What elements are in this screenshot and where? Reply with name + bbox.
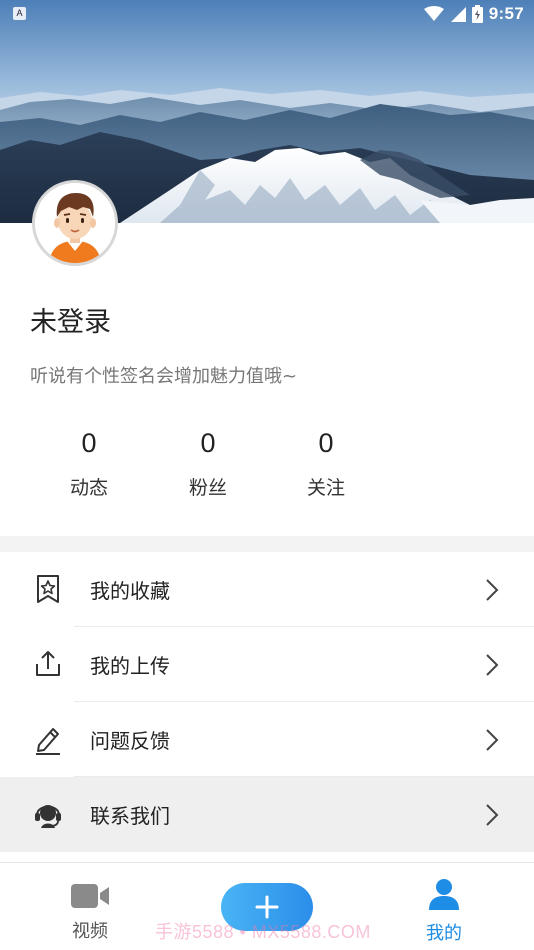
stat-fans-label: 粉丝 (188, 477, 227, 499)
bottom-navigation: 视频 我的 (0, 862, 534, 950)
cartoon-boy-avatar-icon (35, 183, 115, 263)
signal-icon (450, 7, 466, 22)
star-bookmark-icon (37, 575, 59, 603)
settings-menu: 我的收藏 我的上传 问题反馈 联系我们 (0, 552, 534, 852)
status-bar: A 9:57 (0, 0, 534, 28)
stat-posts-count: 0 (81, 428, 97, 458)
profile-signature: 听说有个性签名会增加魅力值哦~ (30, 366, 298, 387)
menu-item-contact[interactable]: 联系我们 (0, 777, 534, 852)
section-divider (0, 536, 534, 552)
chevron-right-icon (486, 804, 499, 826)
wifi-icon (423, 6, 444, 21)
stat-following-label: 关注 (306, 477, 345, 499)
tab-video-label: 视频 (72, 921, 108, 942)
stat-posts[interactable]: 0 动态 (39, 425, 139, 500)
headset-support-icon (35, 805, 61, 828)
video-camera-icon (71, 884, 109, 908)
menu-item-label: 问题反馈 (90, 729, 170, 753)
menu-item-label: 我的收藏 (90, 579, 170, 603)
profile-stats: 0 动态 0 粉丝 0 关注 (30, 425, 390, 505)
tab-mine-label: 我的 (426, 923, 462, 944)
stat-following-count: 0 (318, 428, 334, 458)
menu-item-label: 联系我们 (90, 804, 170, 828)
stat-fans[interactable]: 0 粉丝 (158, 425, 258, 500)
stat-following[interactable]: 0 关注 (276, 425, 376, 500)
stat-fans-count: 0 (200, 428, 216, 458)
chevron-right-icon (486, 654, 499, 676)
menu-item-uploads[interactable]: 我的上传 (0, 627, 534, 702)
chevron-right-icon (486, 729, 499, 751)
chevron-right-icon (486, 579, 499, 601)
avatar[interactable] (32, 180, 118, 266)
status-icons: 9:57 (423, 3, 524, 25)
plus-icon (255, 895, 279, 919)
status-time: 9:57 (488, 4, 524, 23)
tab-video[interactable]: 视频 (60, 863, 120, 950)
stat-posts-label: 动态 (69, 477, 108, 499)
tab-mine[interactable]: 我的 (414, 863, 474, 950)
user-profile-icon (429, 879, 459, 910)
menu-item-feedback[interactable]: 问题反馈 (0, 702, 534, 777)
add-button[interactable] (221, 883, 313, 931)
profile-name[interactable]: 未登录 (30, 300, 111, 339)
menu-item-favorites[interactable]: 我的收藏 (0, 552, 534, 627)
battery-icon (471, 5, 483, 23)
upload-icon (36, 651, 60, 676)
app-notification-icon: A (13, 7, 26, 20)
menu-item-label: 我的上传 (90, 654, 170, 678)
edit-pencil-icon (36, 728, 60, 755)
